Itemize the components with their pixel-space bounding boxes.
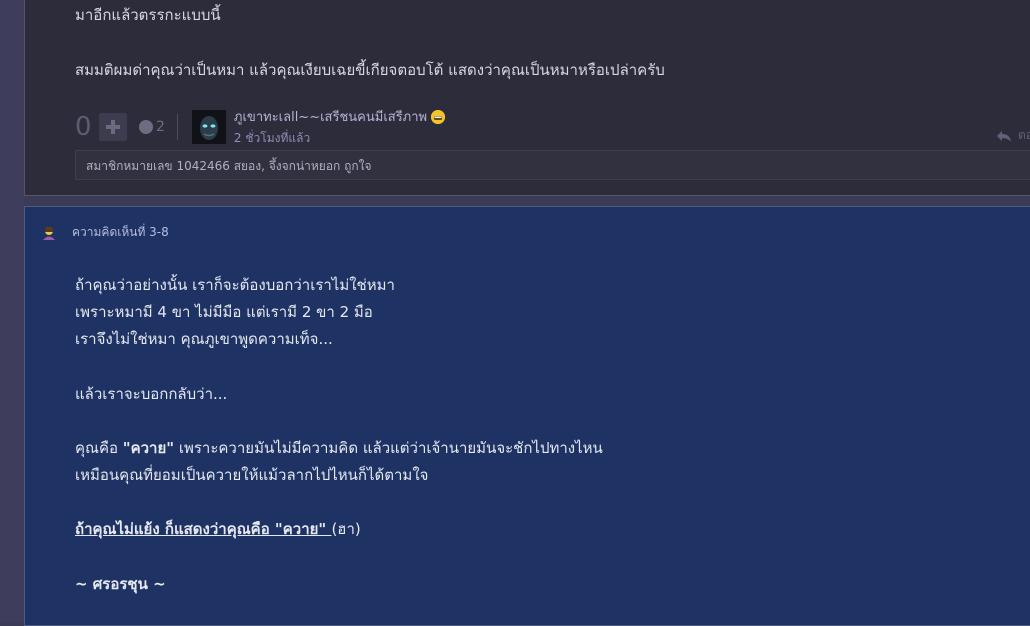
comment-text-line: มาอีกแล้วตรรกะแบบนี้: [75, 6, 221, 24]
comment-text-line: คุณคือ "ควาย" เพราะควายมันไม่มีความคิด แ…: [75, 436, 603, 460]
vote-plus-button[interactable]: [99, 113, 127, 141]
text-segment: (ฮา): [331, 520, 361, 538]
avatar[interactable]: [191, 110, 226, 144]
comment-text-line: ถ้าคุณว่าอย่างนั้น เราก็จะต้องบอกว่าเราไ…: [75, 276, 395, 294]
divider: [176, 114, 178, 140]
smiley-icon: [431, 109, 446, 124]
plus-icon: [106, 120, 120, 134]
comment-card-2: ความคิดเห็นที่ 3-8 ถ้าคุณว่าอย่างนั้น เร…: [24, 206, 1030, 626]
vote-count: 0: [75, 112, 92, 142]
text-segment: คุณคือ: [75, 439, 123, 457]
comment-text-line: เราจึงไม่ใช่หมา คุณภูเขาพูดความเท็จ...: [75, 330, 333, 348]
bold-text: "ควาย": [122, 439, 175, 457]
comment-title: ความคิดเห็นที่ 3-8: [72, 225, 169, 239]
reply-button[interactable]: ตอ: [996, 126, 1030, 145]
comment-text-line: เหมือนคุณที่ยอมเป็นควายให้แม้วลากไปไหนก็…: [75, 466, 429, 484]
comment-card-1: มาอีกแล้วตรรกะแบบนี้ สมมติผมด่าคุณว่าเป็…: [24, 0, 1030, 196]
reply-label: ตอ: [1018, 128, 1030, 142]
comment-actions: 0 2 ภูเขาทะเลll~~เสรีชนคนมีเสรีภาพ 2 ชั่…: [75, 106, 446, 148]
comment-header: ความคิดเห็นที่ 3-8: [42, 223, 169, 242]
comment-text-line: แล้วเราจะบอกกลับว่า...: [75, 385, 228, 403]
comment-text-line: ถ้าคุณไม่แย้ง ก็แสดงว่าคุณคือ "ควาย" (ฮา…: [75, 517, 361, 541]
comment-text-line: เพราะหมามี 4 ขา ไม่มีมือ แต่เรามี 2 ขา 2…: [75, 303, 373, 321]
emotion-icon: [139, 120, 153, 134]
username-link[interactable]: ภูเขาทะเลll~~เสรีชนคนมีเสรีภาพ: [233, 106, 446, 127]
emotion-count: 2: [156, 119, 165, 135]
reply-icon: [997, 130, 1011, 142]
signature: ~ ศรอรชุน ~: [75, 575, 166, 593]
username-text: ภูเขาทะเลll~~เสรีชนคนมีเสรีภาพ: [233, 110, 428, 125]
underlined-bold-text: ถ้าคุณไม่แย้ง ก็แสดงว่าคุณคือ "ควาย": [75, 520, 332, 538]
avatar-image: [191, 110, 226, 144]
user-icon: [43, 226, 55, 240]
comment-text-line: สมมติผมด่าคุณว่าเป็นหมา แล้วคุณเงียบเฉยข…: [75, 61, 665, 79]
emotion-button[interactable]: 2: [139, 119, 165, 135]
user-info: ภูเขาทะเลll~~เสรีชนคนมีเสรีภาพ 2 ชั่วโมง…: [233, 106, 446, 148]
text-segment: เพราะควายมันไม่มีความคิด แล้วแต่ว่าเจ้าน…: [174, 439, 603, 457]
page-background: [0, 0, 24, 622]
members-liked: สมาชิกหมายเลข 1042466 สยอง, จึ้งจกน่าหยอ…: [75, 150, 1030, 180]
post-time: 2 ชั่วโมงที่แล้ว: [233, 131, 311, 145]
